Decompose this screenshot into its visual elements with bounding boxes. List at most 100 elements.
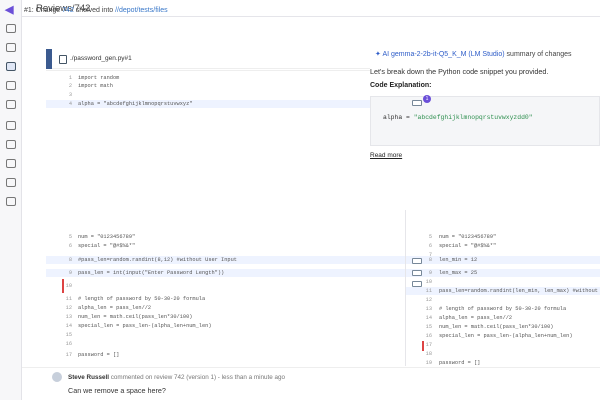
reviews-icon[interactable]: [6, 62, 16, 71]
left-code-line[interactable]: 5 num = "0123456789": [46, 233, 405, 241]
left-code-line[interactable]: 2 import math: [46, 82, 405, 90]
right-code-line[interactable]: 11 pass_len=random.randint(len_min, len_m…: [406, 287, 600, 295]
line-text[interactable]: #pass_len=random.randint(8,12) #without …: [78, 256, 237, 264]
line-text[interactable]: # length of password by 50-30-20 formula: [78, 295, 205, 303]
right-code-line[interactable]: 17: [406, 341, 600, 349]
line-text[interactable]: import random: [78, 74, 119, 82]
line-number[interactable]: 11: [406, 287, 432, 295]
change-number-link[interactable]: 742: [62, 7, 74, 14]
line-number[interactable]: 5: [406, 233, 432, 241]
right-code-line[interactable]: 6 special = "@#$%&*": [406, 242, 600, 250]
line-text[interactable]: num_len = math.ceil(pass_len*30/100): [78, 313, 192, 321]
left-code-line[interactable]: 10: [46, 282, 405, 290]
line-number[interactable]: 16: [56, 340, 72, 348]
list-icon[interactable]: [6, 43, 16, 52]
left-code-line[interactable]: 4 alpha = "abcdefghijklmnopqrstuvwxyz": [46, 100, 405, 108]
line-text[interactable]: special_len = pass_len-(alpha_len+num_le…: [439, 332, 573, 340]
line-number[interactable]: 16: [406, 332, 432, 340]
left-code-line[interactable]: 15: [46, 331, 405, 339]
right-code-line[interactable]: 12: [406, 296, 600, 304]
comment-author[interactable]: Steve Russell: [68, 374, 109, 381]
line-number[interactable]: 17: [406, 341, 432, 349]
line-number[interactable]: 9: [56, 269, 72, 277]
key-icon[interactable]: [6, 140, 16, 149]
left-code-line[interactable]: 14 special_len = pass_len-(alpha_len+num_…: [46, 322, 405, 330]
settings-icon[interactable]: [6, 121, 16, 130]
merge-control-icon[interactable]: [412, 258, 422, 264]
merge-control-icon[interactable]: [412, 100, 422, 106]
left-code-line[interactable]: 3: [46, 91, 405, 99]
depot-path-link[interactable]: //depot/tests/files: [115, 7, 168, 14]
line-number[interactable]: 13: [406, 305, 432, 313]
line-text[interactable]: special = "@#$%&*": [439, 242, 496, 250]
right-code-line[interactable]: 15 num_len = math.ceil(pass_len*30/100): [406, 323, 600, 331]
folder-icon[interactable]: [6, 100, 16, 109]
line-number[interactable]: 11: [56, 295, 72, 303]
line-text[interactable]: special = "@#$%&*": [78, 242, 135, 250]
left-code-line[interactable]: 16: [46, 340, 405, 348]
line-number[interactable]: 6: [406, 242, 432, 250]
line-number[interactable]: 5: [56, 233, 72, 241]
line-number[interactable]: 2: [56, 82, 72, 90]
line-number[interactable]: 15: [56, 331, 72, 339]
left-code-line[interactable]: 17 password = []: [46, 351, 405, 359]
branch-icon[interactable]: [6, 178, 16, 187]
left-code-line[interactable]: 6 special = "@#$%&*": [46, 242, 405, 250]
line-number[interactable]: 12: [56, 304, 72, 312]
line-number[interactable]: 4: [56, 100, 72, 108]
right-code-line[interactable]: 8 len_min = 12: [406, 256, 600, 264]
group-icon[interactable]: [6, 159, 16, 168]
line-text[interactable]: password = []: [78, 351, 119, 359]
left-code-line[interactable]: 13 num_len = math.ceil(pass_len*30/100): [46, 313, 405, 321]
line-text[interactable]: alpha = "abcdefghijklmnopqrstuvwxyz": [78, 100, 192, 108]
trash-icon[interactable]: [6, 197, 16, 206]
line-text[interactable]: import math: [78, 82, 113, 90]
right-code-line[interactable]: 9 len_max = 25: [406, 269, 600, 277]
line-number[interactable]: 14: [406, 314, 432, 322]
right-code-line[interactable]: 16 special_len = pass_len-(alpha_len+num_…: [406, 332, 600, 340]
right-code-line[interactable]: 13 # length of password by 50-30-20 formu…: [406, 305, 600, 313]
line-text[interactable]: special_len = pass_len-(alpha_len+num_le…: [78, 322, 212, 330]
comments-icon[interactable]: [6, 81, 16, 90]
merge-control-icon[interactable]: [412, 281, 422, 287]
line-number[interactable]: 17: [56, 351, 72, 359]
read-more-link[interactable]: Read more: [370, 152, 402, 159]
line-text[interactable]: len_min = 12: [439, 256, 477, 264]
line-text[interactable]: num = "0123456789": [439, 233, 496, 241]
merge-control-icon[interactable]: [412, 270, 422, 276]
line-number[interactable]: 19: [406, 359, 432, 367]
line-number[interactable]: 14: [56, 322, 72, 330]
line-text[interactable]: pass_len = int(input("Enter Password Len…: [78, 269, 224, 277]
line-number[interactable]: 15: [406, 323, 432, 331]
right-code-line[interactable]: 14 alpha_len = pass_len//2: [406, 314, 600, 322]
line-number[interactable]: 1: [56, 74, 72, 82]
ai-model[interactable]: AI gemma-2-2b-it-Q5_K_M (LM Studio): [382, 51, 504, 58]
right-code-line[interactable]: 19 password = []: [406, 359, 600, 367]
line-number[interactable]: 3: [56, 91, 72, 99]
line-number[interactable]: 18: [406, 350, 432, 358]
right-code-line[interactable]: 5 num = "0123456789": [406, 233, 600, 241]
right-code-line[interactable]: 10: [406, 278, 600, 286]
file-name[interactable]: ./password_gen.py#1: [70, 55, 132, 62]
left-code-line[interactable]: 12 alpha_len = pass_len//2: [46, 304, 405, 312]
line-text[interactable]: password = []: [439, 359, 480, 367]
right-code-line[interactable]: 18: [406, 350, 600, 358]
line-number[interactable]: 10: [56, 282, 72, 290]
left-code-line[interactable]: 8 #pass_len=random.randint(8,12) #without…: [46, 256, 405, 264]
line-text[interactable]: pass_len=random.randint(len_min, len_max…: [439, 287, 598, 295]
line-number[interactable]: 12: [406, 296, 432, 304]
left-code-line[interactable]: 9 pass_len = int(input("Enter Password Le…: [46, 269, 405, 277]
line-text[interactable]: alpha_len = pass_len//2: [78, 304, 151, 312]
line-text[interactable]: num = "0123456789": [78, 233, 135, 241]
app-logo[interactable]: ◀: [5, 3, 13, 16]
line-text[interactable]: num_len = math.ceil(pass_len*30/100): [439, 323, 553, 331]
dashboard-icon[interactable]: [6, 24, 16, 33]
line-number[interactable]: 8: [56, 256, 72, 264]
line-number[interactable]: 13: [56, 313, 72, 321]
line-text[interactable]: alpha_len = pass_len//2: [439, 314, 512, 322]
line-text[interactable]: # length of password by 50-30-20 formula: [439, 305, 566, 313]
line-number[interactable]: 6: [56, 242, 72, 250]
line-text[interactable]: len_max = 25: [439, 269, 477, 277]
left-code-line[interactable]: 1 import random: [46, 74, 405, 82]
left-code-line[interactable]: 11 # length of password by 50-30-20 formu…: [46, 295, 405, 303]
